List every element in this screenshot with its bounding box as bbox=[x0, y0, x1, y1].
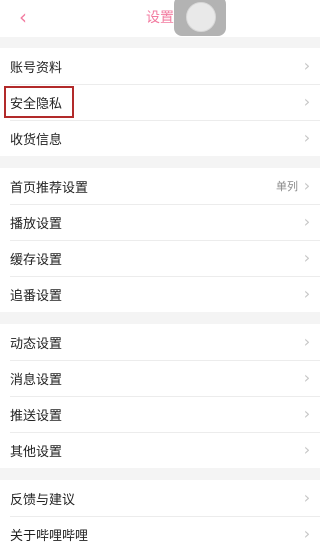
settings-item-account-info[interactable]: 账号资料 › bbox=[0, 48, 320, 84]
chevron-right-icon: › bbox=[303, 176, 311, 195]
settings-group-playback: 首页推荐设置 单列 › 播放设置 › 缓存设置 › 追番设置 › bbox=[0, 168, 320, 312]
settings-item-label: 安全隐私 bbox=[10, 96, 63, 112]
settings-item-cache[interactable]: 缓存设置 › bbox=[0, 240, 320, 276]
header-bar: ‹ 设置 bbox=[0, 0, 320, 37]
floating-assistive-button[interactable] bbox=[174, 0, 226, 36]
chevron-right-icon: › bbox=[303, 284, 311, 303]
chevron-right-icon: › bbox=[303, 128, 311, 147]
chevron-right-icon: › bbox=[303, 524, 311, 543]
settings-item-label: 关于哔哩哔哩 bbox=[10, 528, 89, 544]
settings-item-label: 首页推荐设置 bbox=[10, 180, 89, 196]
settings-item-label: 消息设置 bbox=[10, 372, 63, 388]
settings-item-label: 反馈与建议 bbox=[10, 492, 76, 508]
settings-group-notifications: 动态设置 › 消息设置 › 推送设置 › 其他设置 › bbox=[0, 324, 320, 468]
settings-item-playback[interactable]: 播放设置 › bbox=[0, 204, 320, 240]
page-title: 设置 bbox=[146, 10, 174, 26]
settings-group-about: 反馈与建议 › 关于哔哩哔哩 › bbox=[0, 480, 320, 552]
settings-item-home-recommend[interactable]: 首页推荐设置 单列 › bbox=[0, 168, 320, 204]
settings-item-dynamic[interactable]: 动态设置 › bbox=[0, 324, 320, 360]
settings-item-shipping-info[interactable]: 收货信息 › bbox=[0, 120, 320, 156]
settings-item-label: 缓存设置 bbox=[10, 252, 63, 268]
settings-item-other[interactable]: 其他设置 › bbox=[0, 432, 320, 468]
settings-item-bangumi[interactable]: 追番设置 › bbox=[0, 276, 320, 312]
chevron-right-icon: › bbox=[303, 368, 311, 387]
chevron-right-icon: › bbox=[303, 488, 311, 507]
assistive-touch-icon bbox=[186, 2, 216, 32]
chevron-right-icon: › bbox=[303, 212, 311, 231]
settings-item-label: 收货信息 bbox=[10, 132, 63, 148]
chevron-right-icon: › bbox=[303, 92, 311, 111]
settings-item-security-privacy[interactable]: 安全隐私 › bbox=[0, 84, 320, 120]
settings-item-label: 推送设置 bbox=[10, 408, 63, 424]
settings-item-value: 单列 bbox=[276, 180, 298, 193]
settings-item-label: 动态设置 bbox=[10, 336, 63, 352]
chevron-right-icon: › bbox=[303, 332, 311, 351]
chevron-right-icon: › bbox=[303, 404, 311, 423]
chevron-right-icon: › bbox=[303, 248, 311, 267]
settings-item-label: 账号资料 bbox=[10, 60, 63, 76]
chevron-right-icon: › bbox=[303, 56, 311, 75]
settings-item-push[interactable]: 推送设置 › bbox=[0, 396, 320, 432]
settings-item-label: 播放设置 bbox=[10, 216, 63, 232]
settings-item-label: 其他设置 bbox=[10, 444, 63, 460]
chevron-right-icon: › bbox=[303, 440, 311, 459]
settings-item-message[interactable]: 消息设置 › bbox=[0, 360, 320, 396]
settings-item-about[interactable]: 关于哔哩哔哩 › bbox=[0, 516, 320, 552]
settings-item-label: 追番设置 bbox=[10, 288, 63, 304]
settings-item-feedback[interactable]: 反馈与建议 › bbox=[0, 480, 320, 516]
settings-group-account: 账号资料 › 安全隐私 › 收货信息 › bbox=[0, 48, 320, 156]
